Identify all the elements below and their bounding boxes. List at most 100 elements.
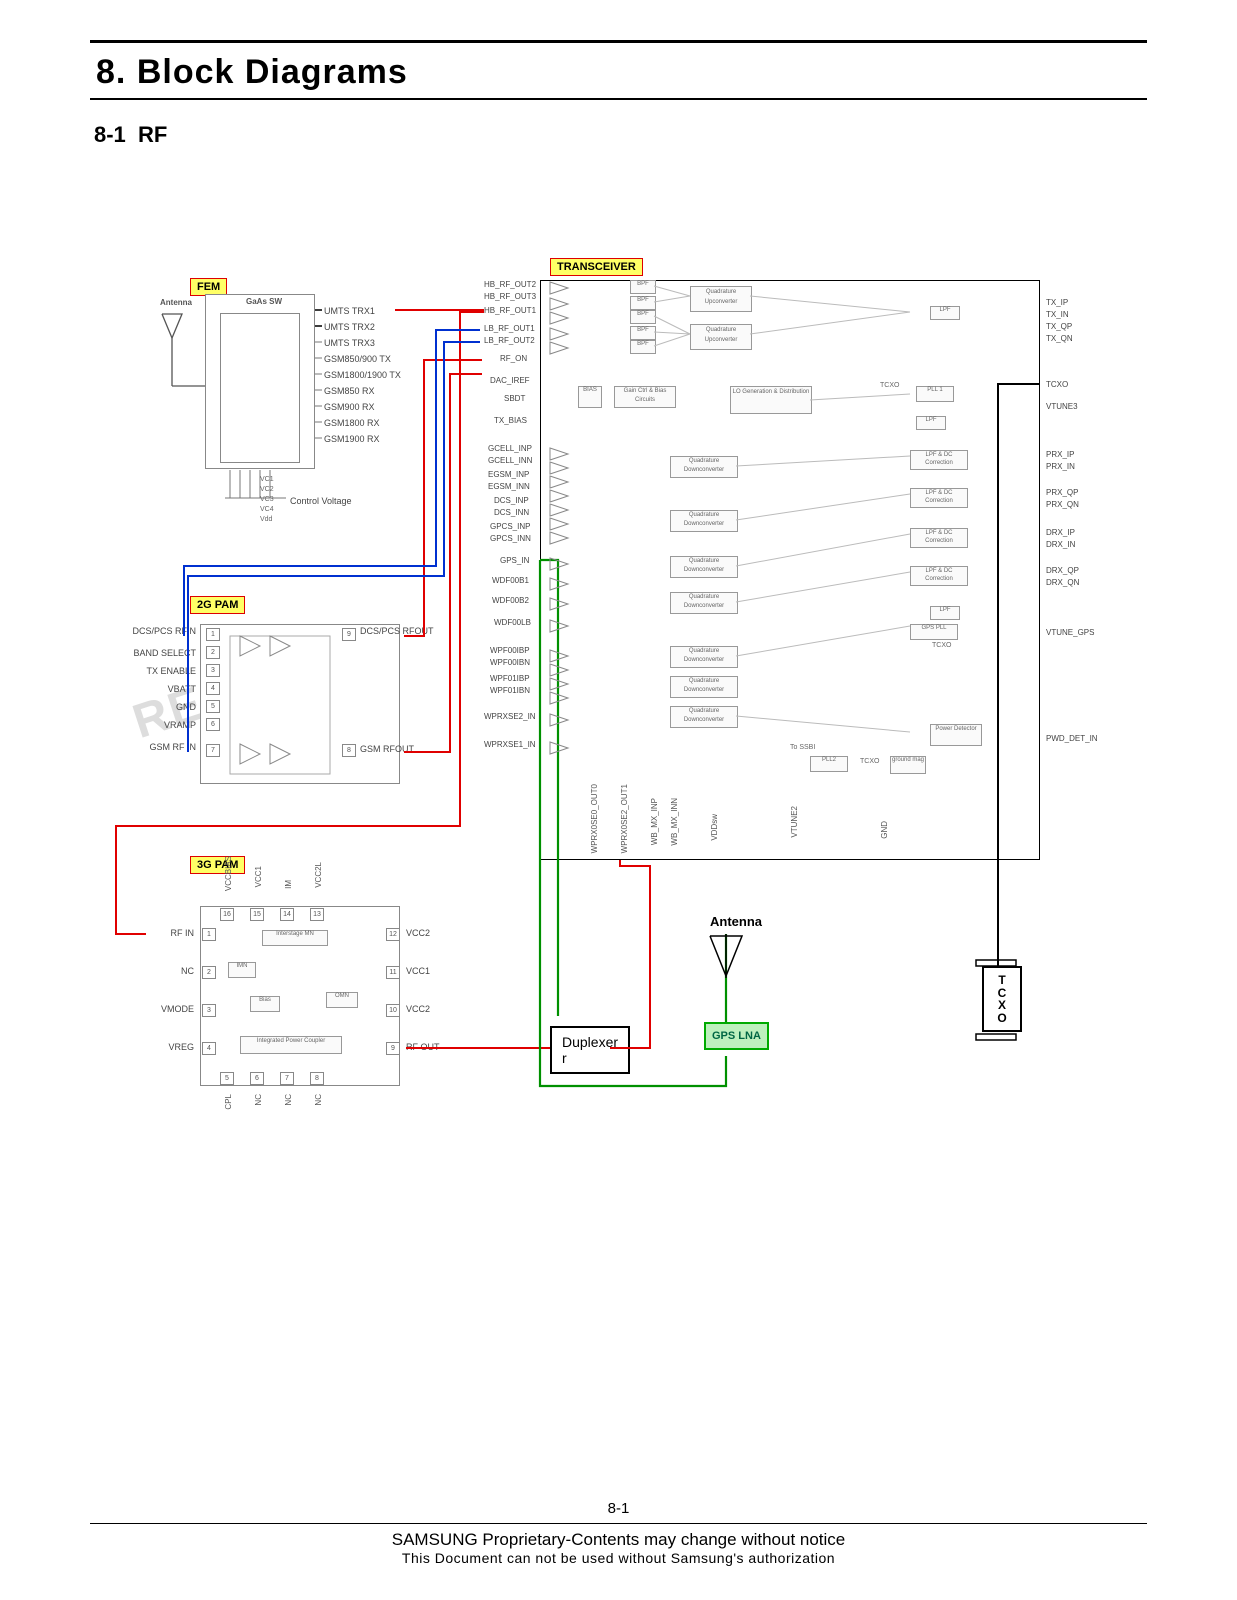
- ti15: LPF & DC Correction: [910, 528, 968, 548]
- pt16: 16: [220, 908, 234, 921]
- footer-line1: SAMSUNG Proprietary-Contents may change …: [90, 1530, 1147, 1550]
- pr10: 10: [386, 1004, 400, 1017]
- p3i0: IMN: [228, 962, 256, 978]
- tl26: WPRXSE1_IN: [484, 740, 536, 749]
- tl2: HB_RF_OUT1: [484, 306, 536, 315]
- pt15: 15: [250, 908, 264, 921]
- tl5: RF_ON: [500, 354, 527, 363]
- ti32: To SSBI: [790, 744, 815, 751]
- ti10: PLL 1: [916, 386, 954, 402]
- fem-vc4: VC4: [260, 506, 274, 513]
- fem-port-1: UMTS TRX2: [324, 322, 375, 332]
- footer-rule: [90, 1523, 1147, 1524]
- pb8: 8: [310, 1072, 324, 1085]
- tl11: EGSM_INP: [488, 470, 529, 479]
- page-footer: 8-1 SAMSUNG Proprietary-Contents may cha…: [90, 1500, 1147, 1566]
- pl1: 1: [202, 928, 216, 941]
- tcxo-block: T C X O: [982, 966, 1022, 1032]
- tl3: LB_RF_OUT1: [484, 324, 535, 333]
- tr15: PWD_DET_IN: [1046, 734, 1098, 743]
- ti6: Quadrature Upconverter: [690, 324, 752, 350]
- p2l3: 3: [206, 664, 220, 677]
- fem-vc2: VC2: [260, 486, 274, 493]
- duplexer-block: Duplexerr: [550, 1026, 630, 1074]
- ti23: Quadrature Downconverter: [670, 706, 738, 728]
- ti8: Gain Ctrl & Bias Circuits: [614, 386, 676, 408]
- ti16: LPF & DC Correction: [910, 566, 968, 586]
- tr0: TX_IP: [1046, 298, 1068, 307]
- tr13: DRX_QN: [1046, 578, 1079, 587]
- fem-block: GaAs SW: [205, 294, 315, 469]
- pl2: 2: [202, 966, 216, 979]
- fem-vc3: VC3: [260, 496, 274, 503]
- footer-line2: This Document can not be used without Sa…: [90, 1550, 1147, 1566]
- pam2g-block: [200, 624, 400, 784]
- page-number: 8-1: [90, 1500, 1147, 1521]
- header-rule-bottom: [90, 98, 1147, 100]
- tl15: GPCS_INP: [490, 522, 530, 531]
- pr11: 11: [386, 966, 400, 979]
- header-rule-top: [90, 40, 1147, 43]
- ti30: TCXO: [932, 642, 951, 649]
- diagram-area: REQUIP ALCOM FEM 2G PAM 3G PAM TRANSCEIV…: [90, 266, 1147, 1326]
- ti7: BIAS: [578, 386, 602, 408]
- fem-antenna-label: Antenna: [160, 298, 192, 307]
- tl20: WDF00LB: [494, 618, 531, 627]
- tl18: WDF00B1: [492, 576, 529, 585]
- fem-port-4: GSM1800/1900 TX: [324, 370, 401, 380]
- p3i2: Bias: [250, 996, 280, 1012]
- section-title: 8-1 RF: [90, 118, 1147, 156]
- chapter-text: Block Diagrams: [137, 53, 408, 91]
- pl3: 3: [202, 1004, 216, 1017]
- p3l3: VREG: [146, 1042, 194, 1052]
- ti19: Quadrature Downconverter: [670, 556, 738, 578]
- ti28: ground mag: [890, 756, 926, 774]
- p2r8: 8: [342, 744, 356, 757]
- tb2: WB_MX_INP: [650, 798, 659, 845]
- pam2g-l2: TX ENABLE: [120, 666, 196, 676]
- ti31: TCXO: [860, 758, 879, 765]
- p3i1: Interstage MN: [262, 930, 328, 946]
- antenna2-label: Antenna: [710, 914, 762, 929]
- pam2g-rbot: GSM RFOUT: [360, 744, 414, 754]
- tr8: PRX_QP: [1046, 488, 1078, 497]
- p3l0: RF IN: [146, 928, 194, 938]
- fem-port-0: UMTS TRX1: [324, 306, 375, 316]
- tl9: GCELL_INP: [488, 444, 532, 453]
- pam2g-l6: GSM RF IN: [120, 742, 196, 752]
- tl16: GPCS_INN: [490, 534, 531, 543]
- tl4: LB_RF_OUT2: [484, 336, 535, 345]
- p2l6: 6: [206, 718, 220, 731]
- pam2g-l4: GND: [120, 702, 196, 712]
- duplexer-label: Duplexer: [562, 1034, 618, 1050]
- tl24: WPF01IBN: [490, 686, 530, 695]
- pl4: 4: [202, 1042, 216, 1055]
- tr7: PRX_IN: [1046, 462, 1075, 471]
- ti14: LPF & DC Correction: [910, 488, 968, 508]
- ti9: LO Generation & Distribution: [730, 386, 812, 414]
- pam2g-l3: VBATT: [120, 684, 196, 694]
- tl7: SBDT: [504, 394, 525, 403]
- ti27: Power Detector: [930, 724, 982, 746]
- tr11: DRX_IN: [1046, 540, 1075, 549]
- ti0: BPF: [630, 280, 656, 294]
- fem-port-3: GSM850/900 TX: [324, 354, 391, 364]
- p3r0: VCC2: [406, 928, 430, 938]
- ti12: LPF: [930, 306, 960, 320]
- tr4: TCXO: [1046, 380, 1068, 389]
- pam2g-label: 2G PAM: [190, 596, 245, 614]
- tb6: GND: [880, 821, 889, 839]
- pam2g-l0: DCS/PCS RFIN: [120, 626, 196, 636]
- p3b1: NC: [254, 1094, 263, 1106]
- tr12: DRX_QP: [1046, 566, 1079, 575]
- ti2: BPF: [630, 310, 656, 324]
- fem-port-6: GSM900 RX: [324, 402, 375, 412]
- p3r1: VCC1: [406, 966, 430, 976]
- tl12: EGSM_INN: [488, 482, 530, 491]
- fem-port-2: UMTS TRX3: [324, 338, 375, 348]
- ti17: Quadrature Downconverter: [670, 456, 738, 478]
- pam3g-label: 3G PAM: [190, 856, 245, 874]
- ti13: LPF & DC Correction: [910, 450, 968, 470]
- fem-inner: [220, 313, 300, 463]
- ti21: Quadrature Downconverter: [670, 646, 738, 668]
